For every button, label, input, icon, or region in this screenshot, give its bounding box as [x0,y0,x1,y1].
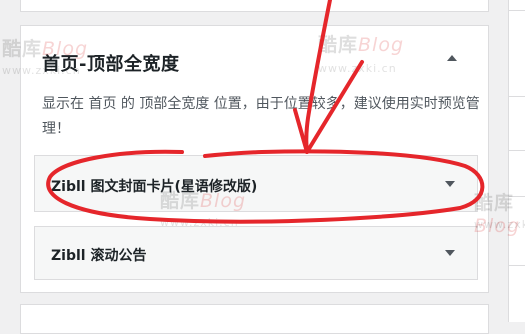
adjacent-panel-divider [509,265,525,266]
widget-item-cover-card[interactable]: Zibll 图文封面卡片(星语修改版) [34,155,478,212]
section-title[interactable]: 首页-顶部全宽度 [42,50,179,76]
adjacent-panel-divider [509,96,525,97]
adjacent-panel-divider [509,196,525,197]
widget-label: Zibll 滚动公告 [51,248,147,264]
section-description: 显示在 首页 的 顶部全宽度 位置，由于位置较多，建议使用实时预览管理！ [42,96,480,137]
chevron-down-icon[interactable] [445,181,455,187]
adjacent-panel [508,0,525,322]
previous-sidebar-panel [20,0,489,12]
adjacent-panel-divider [509,150,525,151]
next-sidebar-panel [20,304,489,334]
chevron-up-icon[interactable] [447,55,457,61]
chevron-down-icon[interactable] [445,250,455,256]
widget-label: Zibll 图文封面卡片(星语修改版) [51,179,258,195]
adjacent-panel-divider [509,10,525,11]
widget-item-scroll-notice[interactable]: Zibll 滚动公告 [34,226,478,280]
